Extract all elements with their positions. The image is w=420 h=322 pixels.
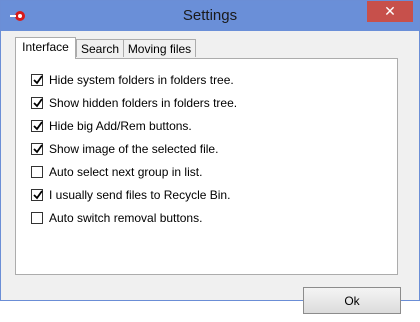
dialog-content: Interface Search Moving files Hide syste… [8,31,411,314]
tab-label: Interface [22,40,69,54]
checkbox[interactable] [31,212,43,224]
tab-search[interactable]: Search [76,39,124,57]
option-label: I usually send files to Recycle Bin. [49,188,231,202]
option-auto-switch-removal[interactable]: Auto switch removal buttons. [31,210,202,226]
dialog-footer: Ok [8,275,411,322]
tab-interface[interactable]: Interface [15,37,76,59]
option-label: Show image of the selected file. [49,142,219,156]
tab-moving-files[interactable]: Moving files [123,39,196,57]
option-hide-big-buttons[interactable]: Hide big Add/Rem buttons. [31,118,192,134]
checkbox[interactable] [31,120,43,132]
option-hide-system-folders[interactable]: Hide system folders in folders tree. [31,72,234,88]
checkbox[interactable] [31,166,43,178]
option-auto-select-next-group[interactable]: Auto select next group in list. [31,164,202,180]
checkbox[interactable] [31,189,43,201]
settings-window: Settings ✕ Interface Search Moving files… [0,0,420,314]
option-label: Auto switch removal buttons. [49,211,203,225]
checkbox[interactable] [31,143,43,155]
checkbox[interactable] [31,74,43,86]
option-show-hidden-folders[interactable]: Show hidden folders in folders tree. [31,95,237,111]
option-label: Auto select next group in list. [49,165,203,179]
option-show-image[interactable]: Show image of the selected file. [31,141,218,157]
close-button[interactable]: ✕ [367,1,413,22]
tab-label: Search [80,42,120,56]
close-icon: ✕ [384,3,396,19]
title-bar[interactable]: Settings ✕ [1,1,419,31]
tab-label: Moving files [127,42,192,56]
option-recycle-bin[interactable]: I usually send files to Recycle Bin. [31,187,230,203]
option-label: Hide big Add/Rem buttons. [49,119,192,133]
option-label: Show hidden folders in folders tree. [49,96,238,110]
interface-panel: Hide system folders in folders tree. Sho… [15,58,398,275]
option-label: Hide system folders in folders tree. [49,73,234,87]
window-title: Settings [182,7,238,24]
checkbox[interactable] [31,97,43,109]
